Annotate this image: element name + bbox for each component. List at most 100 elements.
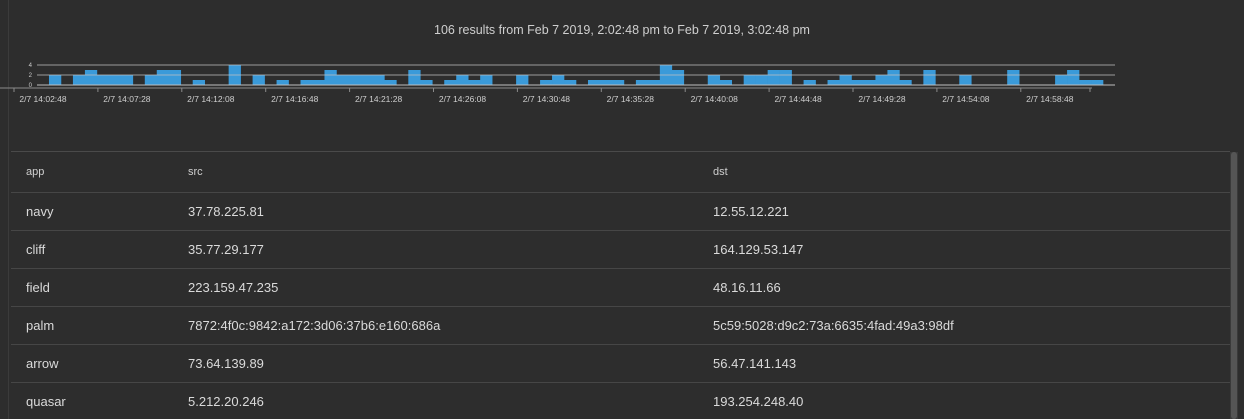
table-header-row: app src dst [11, 152, 1230, 193]
histogram-bar[interactable] [144, 75, 158, 85]
histogram-bar[interactable] [564, 80, 577, 85]
table-row[interactable]: cliff 35.77.29.177 164.129.53.147 [11, 231, 1230, 269]
histogram-bar[interactable] [743, 75, 756, 85]
results-summary: 106 results from Feb 7 2019, 2:02:48 pm … [434, 23, 810, 37]
histogram-bar[interactable] [108, 75, 122, 85]
histogram-bar[interactable] [324, 70, 337, 85]
histogram-bar[interactable] [707, 75, 721, 85]
x-tick-label: 2/7 14:35:28 [607, 94, 655, 104]
x-tick-label: 2/7 14:40:08 [691, 94, 739, 104]
x-tick-label: 2/7 14:02:48 [19, 94, 67, 104]
x-tick-label: 2/7 14:21:28 [355, 94, 403, 104]
histogram-bar[interactable] [719, 80, 733, 85]
histogram-bar[interactable] [168, 70, 182, 85]
histogram-bar[interactable] [671, 70, 685, 85]
histogram-bar[interactable] [468, 80, 481, 85]
search-results-view: 106 results from Feb 7 2019, 2:02:48 pm … [0, 0, 1244, 419]
histogram-bar[interactable] [851, 80, 864, 85]
histogram-bar[interactable] [552, 75, 565, 85]
histogram-bar[interactable] [647, 80, 661, 85]
histogram-bar[interactable] [779, 70, 792, 85]
histogram-bar[interactable] [755, 75, 768, 85]
table-row[interactable]: palm 7872:4f0c:9842:a172:3d06:37b6:e160:… [11, 307, 1230, 345]
histogram-bar[interactable] [863, 80, 876, 85]
app-cell: arrow [26, 356, 59, 371]
src-cell: 35.77.29.177 [188, 242, 264, 257]
dst-cell: 5c59:5028:d9c2:73a:6635:4fad:49a3:98df [713, 318, 954, 333]
histogram-bar[interactable] [444, 80, 457, 85]
x-tick-label: 2/7 14:44:48 [774, 94, 822, 104]
dst-cell: 193.254.248.40 [713, 394, 804, 409]
histogram-bar[interactable] [48, 75, 62, 85]
histogram-bar[interactable] [348, 75, 361, 85]
histogram-bar[interactable] [456, 75, 469, 85]
histogram-bar[interactable] [516, 75, 529, 85]
y-tick-label: 4 [29, 63, 33, 69]
histogram-bar[interactable] [372, 75, 385, 85]
histogram-bar[interactable] [599, 80, 613, 85]
results-histogram[interactable]: 4202/7 14:02:48 2/7 14:07:28 2/7 14:12:08 2… [0, 58, 1244, 108]
src-cell: 7872:4f0c:9842:a172:3d06:37b6:e160:686a [188, 318, 441, 333]
histogram-bar[interactable] [192, 80, 205, 85]
histogram-bar[interactable] [276, 80, 289, 85]
histogram-bar[interactable] [336, 75, 349, 85]
histogram-bar[interactable] [1055, 75, 1068, 85]
app-cell: navy [26, 204, 54, 219]
histogram-bar[interactable] [84, 70, 98, 85]
src-cell: 37.78.225.81 [188, 204, 264, 219]
histogram-bar[interactable] [1067, 70, 1080, 85]
histogram-bar[interactable] [300, 80, 313, 85]
y-tick-label: 2 [29, 73, 33, 79]
histogram-bar[interactable] [96, 75, 110, 85]
histogram-bar[interactable] [875, 75, 888, 85]
column-header-dst[interactable]: dst [713, 152, 728, 192]
histogram-bar[interactable] [899, 80, 912, 85]
histogram-bar[interactable] [587, 80, 601, 85]
src-cell: 223.159.47.235 [188, 280, 279, 295]
x-tick-label: 2/7 14:07:28 [103, 94, 151, 104]
results-table: app src dst navy 37.78.225.81 12.55.12.2… [11, 151, 1230, 419]
histogram-bar[interactable] [420, 80, 433, 85]
table-scrollbar[interactable] [1230, 152, 1238, 419]
x-tick-label: 2/7 14:12:08 [187, 94, 235, 104]
histogram-bar[interactable] [312, 80, 325, 85]
dst-cell: 56.47.141.143 [713, 356, 797, 371]
src-cell: 73.64.139.89 [188, 356, 264, 371]
histogram-bar[interactable] [887, 70, 900, 85]
x-tick-label: 2/7 14:30:48 [523, 94, 571, 104]
x-tick-label: 2/7 14:26:08 [439, 94, 487, 104]
column-header-app[interactable]: app [26, 152, 44, 192]
histogram-bar[interactable] [120, 75, 134, 85]
histogram-bar[interactable] [408, 70, 421, 85]
histogram-bar[interactable] [827, 80, 840, 85]
dst-cell: 164.129.53.147 [713, 242, 804, 257]
app-cell: quasar [26, 394, 66, 409]
histogram-bar[interactable] [767, 70, 780, 85]
histogram-bar[interactable] [923, 70, 936, 85]
x-tick-label: 2/7 14:58:48 [1026, 94, 1074, 104]
histogram-bar[interactable] [156, 70, 170, 85]
histogram-bar[interactable] [1007, 70, 1020, 85]
histogram-bar[interactable] [360, 75, 373, 85]
table-row[interactable]: arrow 73.64.139.89 56.47.141.143 [11, 345, 1230, 383]
src-cell: 5.212.20.246 [188, 394, 264, 409]
histogram-bar[interactable] [480, 75, 493, 85]
histogram-bar[interactable] [611, 80, 625, 85]
histogram-bar[interactable] [540, 80, 553, 85]
table-row[interactable]: quasar 5.212.20.246 193.254.248.40 [11, 383, 1230, 419]
histogram-bar[interactable] [72, 75, 86, 85]
app-cell: palm [26, 318, 55, 333]
column-header-src[interactable]: src [188, 152, 203, 192]
histogram-bar[interactable] [252, 75, 265, 85]
histogram-bar[interactable] [803, 80, 816, 85]
table-row[interactable]: field 223.159.47.235 48.16.11.66 [11, 269, 1230, 307]
histogram-bar[interactable] [635, 80, 649, 85]
histogram-bar[interactable] [839, 75, 852, 85]
table-row[interactable]: navy 37.78.225.81 12.55.12.221 [11, 193, 1230, 231]
scrollbar-thumb[interactable] [1231, 152, 1237, 419]
histogram-bar[interactable] [384, 80, 397, 85]
histogram-bar[interactable] [959, 75, 972, 85]
app-cell: field [26, 280, 50, 295]
histogram-bar[interactable] [1079, 80, 1092, 85]
histogram-bar[interactable] [1091, 80, 1104, 85]
